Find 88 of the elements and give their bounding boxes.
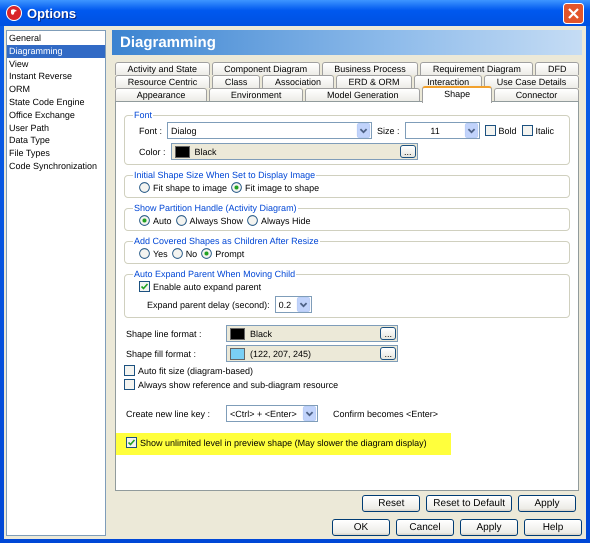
color-field[interactable]: Black ... (170, 143, 418, 160)
panel-button[interactable]: Reset to Default (426, 495, 512, 512)
group-title: Auto Expand Parent When Moving Child (133, 269, 296, 279)
field-label: Shape line format : (126, 328, 203, 338)
category-item[interactable]: View (7, 58, 105, 70)
group-title: Initial Shape Size When Set to Display Image (133, 170, 316, 180)
color-field[interactable]: Black ... (226, 325, 398, 342)
category-item[interactable]: Office Exchange (7, 108, 105, 122)
checkbox[interactable]: Show unlimited level in preview shape (May slower the diagram display) (126, 437, 427, 448)
checkbox-icon[interactable] (126, 437, 137, 448)
radio-option[interactable]: Fit shape to image (139, 182, 228, 193)
field-label: Font : (139, 126, 162, 136)
tab[interactable]: DFD (535, 62, 579, 75)
browse-button[interactable]: ... (380, 327, 396, 340)
checkbox[interactable]: Auto fit size (diagram-based) (124, 365, 254, 376)
field-label: Expand parent delay (second): (147, 300, 270, 310)
tab[interactable]: Association (262, 75, 334, 88)
close-icon[interactable] (563, 2, 584, 24)
radio-option[interactable]: Always Hide (247, 215, 311, 226)
radio-option[interactable]: Always Show (176, 215, 244, 226)
window-title: Options (27, 6, 78, 20)
category-item[interactable]: Instant Reverse (7, 70, 105, 84)
category-item[interactable]: File Types (7, 147, 105, 160)
category-item[interactable]: General (7, 32, 105, 45)
field-label: Size : (377, 126, 400, 136)
tab[interactable]: Activity and State (115, 62, 210, 75)
field-label: Create new line key : (126, 408, 212, 418)
tab[interactable]: ERD & ORM (336, 75, 412, 88)
panel-button[interactable]: Apply (518, 495, 576, 512)
group-title: Add Covered Shapes as Children After Resize (133, 236, 320, 246)
radio-option[interactable]: Fit image to shape (231, 182, 320, 193)
tab[interactable]: Resource Centric (115, 75, 210, 88)
dialog-button[interactable]: Apply (460, 519, 518, 536)
checkbox-icon[interactable] (484, 125, 496, 136)
browse-button[interactable]: ... (400, 145, 416, 158)
field-label: Color : (139, 146, 166, 156)
tab[interactable]: Environment (209, 88, 304, 101)
panel-button[interactable]: Reset (362, 495, 420, 512)
checkbox[interactable]: Italic (522, 125, 554, 136)
checkbox[interactable]: Bold (484, 125, 517, 136)
checkbox-icon[interactable] (124, 365, 135, 376)
browse-button[interactable]: ... (380, 347, 396, 360)
line-key-dropdown[interactable]: <Ctrl> + <Enter> (226, 405, 318, 422)
dialog-button[interactable]: Help (524, 519, 582, 536)
note-text: Confirm becomes <Enter> (333, 408, 438, 418)
tab[interactable]: Shape (422, 86, 492, 103)
tab[interactable]: Use Case Details (484, 75, 580, 88)
group-title: Font (133, 110, 154, 120)
section-header: Diagramming (112, 30, 582, 55)
radio-icon[interactable] (139, 248, 150, 259)
tab[interactable]: Appearance (115, 88, 208, 101)
group-title: Show Partition Handle (Activity Diagram) (133, 203, 298, 213)
tab[interactable]: Component Diagram (212, 62, 320, 75)
radio-option[interactable]: Auto (139, 215, 172, 226)
category-item[interactable]: User Path (7, 122, 105, 134)
radio-icon[interactable] (201, 248, 212, 259)
radio-option[interactable]: Prompt (201, 248, 244, 259)
checkbox[interactable]: Always show reference and sub-diagram resource (124, 379, 338, 390)
category-item[interactable]: State Code Engine (7, 96, 105, 109)
color-field[interactable]: (122, 207, 245) ... (226, 345, 398, 362)
category-item[interactable]: Data Type (7, 134, 105, 148)
radio-icon[interactable] (139, 215, 150, 226)
radio-icon[interactable] (172, 248, 183, 259)
font-dropdown[interactable]: Dialog (167, 122, 372, 139)
checkbox[interactable]: Enable auto expand parent (139, 281, 262, 292)
tab[interactable]: Model Generation (305, 88, 420, 101)
app-logo-icon (6, 5, 22, 21)
tab[interactable]: Class (212, 75, 260, 88)
radio-icon[interactable] (139, 182, 150, 193)
field-label: Shape fill format : (126, 348, 198, 358)
tab[interactable]: Requirement Diagram (420, 62, 534, 75)
category-item[interactable]: Diagramming (7, 44, 105, 58)
checkbox-icon[interactable] (124, 379, 135, 390)
radio-option[interactable]: Yes (139, 248, 168, 259)
radio-option[interactable]: No (172, 248, 198, 259)
category-item[interactable]: Code Synchronization (7, 160, 105, 173)
category-item[interactable]: ORM (7, 83, 105, 96)
dialog-button[interactable]: Cancel (396, 519, 454, 536)
radio-icon[interactable] (231, 182, 242, 193)
checkbox-icon[interactable] (139, 281, 150, 292)
checkbox-icon[interactable] (522, 125, 533, 136)
delay-dropdown[interactable]: 0.2 (274, 296, 312, 313)
radio-icon[interactable] (176, 215, 187, 226)
tab[interactable]: Business Process (322, 62, 418, 75)
dialog-button[interactable]: OK (332, 519, 390, 536)
size-dropdown[interactable]: 11 (404, 122, 480, 139)
tab[interactable]: Connector (494, 88, 579, 101)
radio-icon[interactable] (247, 215, 258, 226)
